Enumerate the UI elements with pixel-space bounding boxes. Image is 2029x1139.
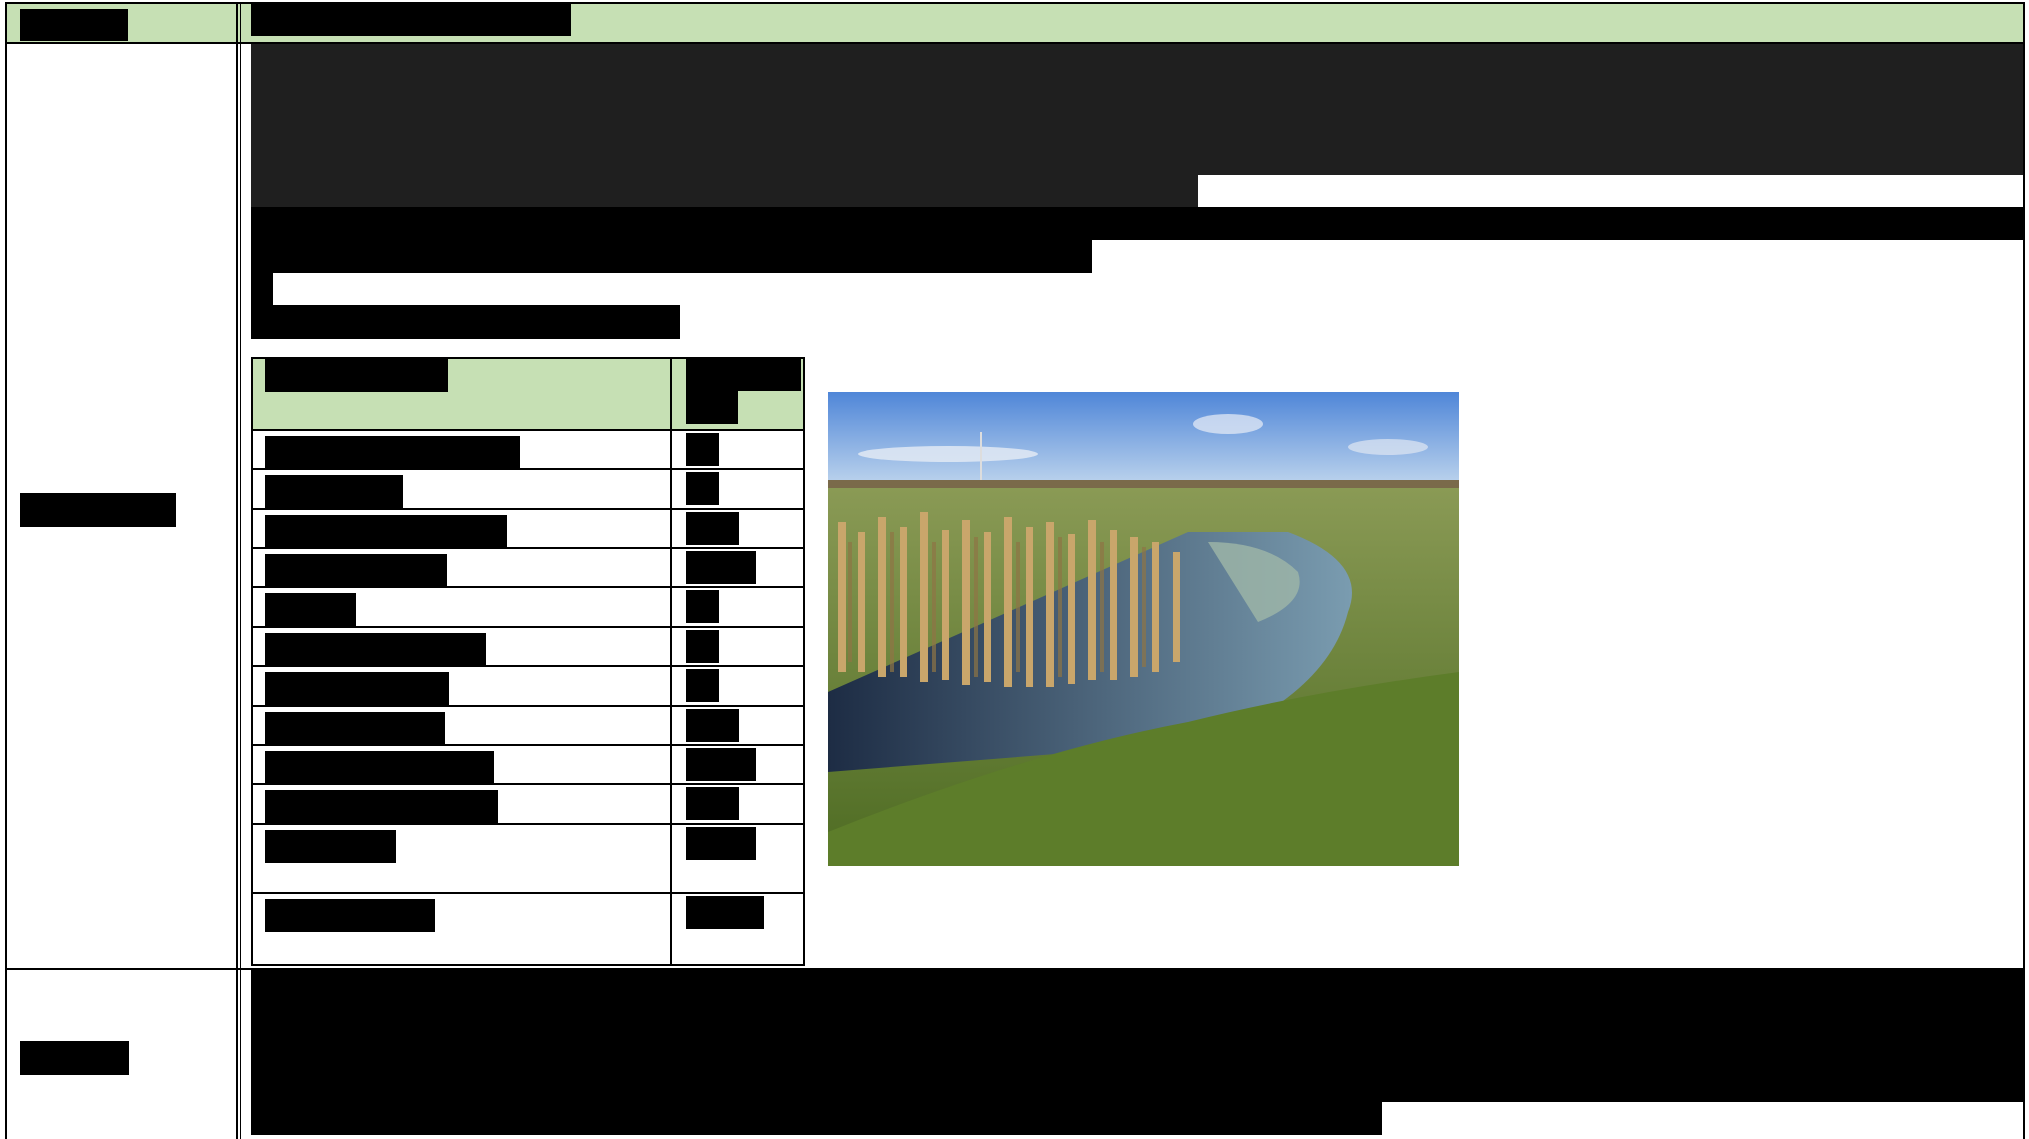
data-table-row-divider — [251, 823, 805, 825]
data-table-row-value — [686, 787, 739, 820]
data-table-row-label — [265, 899, 435, 932]
data-table-row-label — [265, 515, 507, 548]
wetland-photo — [828, 392, 1459, 866]
data-table-row-value — [686, 433, 719, 466]
data-table-header-col-2 — [686, 358, 801, 391]
section1-bullet-mark — [251, 272, 273, 306]
data-table-row-divider — [251, 705, 805, 707]
section1-intro-paragraph — [251, 44, 2023, 175]
section1-sub-label — [251, 305, 680, 339]
header-left-label — [20, 9, 128, 41]
data-table-row-label — [265, 475, 403, 508]
section2-row-label — [20, 1041, 129, 1075]
data-table-row-label — [265, 790, 498, 823]
data-table-header-bottom — [251, 429, 805, 431]
data-table-header-col-2-line2 — [686, 391, 738, 424]
data-table-row-value — [686, 551, 756, 584]
data-table-row-label — [265, 712, 445, 745]
section1-bold-paragraph — [251, 207, 2023, 240]
data-table-row-value — [686, 709, 739, 742]
header-right-label — [251, 3, 571, 36]
data-table-row-label — [265, 830, 396, 863]
data-table-row-value — [686, 590, 719, 623]
section1-intro-paragraph-tail — [251, 174, 1198, 207]
data-table-row-value — [686, 630, 719, 663]
data-table-row-value — [686, 512, 739, 545]
data-table-row-value — [686, 472, 719, 505]
data-table-header-col-1 — [265, 358, 448, 392]
wetland-photo-image — [828, 392, 1459, 866]
data-table-row-value — [686, 896, 764, 929]
section2-paragraph — [251, 970, 2023, 1102]
data-table-row-label — [265, 554, 447, 587]
section2-paragraph-tail — [251, 1101, 1382, 1135]
data-table-row-divider — [251, 508, 805, 510]
data-table-col-divider — [670, 357, 672, 966]
data-table-row-value — [686, 748, 756, 781]
data-table-row-label — [265, 593, 356, 626]
data-table-row-label — [265, 633, 486, 666]
section1-row-label — [20, 493, 176, 527]
section1-bold-paragraph-tail — [251, 239, 1092, 273]
data-table-row-value — [686, 669, 719, 702]
data-table-row-divider — [251, 626, 805, 628]
data-table-row-value — [686, 827, 756, 860]
data-table-row-label — [265, 751, 494, 784]
data-table-row-divider — [251, 892, 805, 894]
data-table-row-label — [265, 672, 449, 705]
data-table-row-label — [265, 436, 520, 469]
border-top — [5, 2, 2024, 4]
